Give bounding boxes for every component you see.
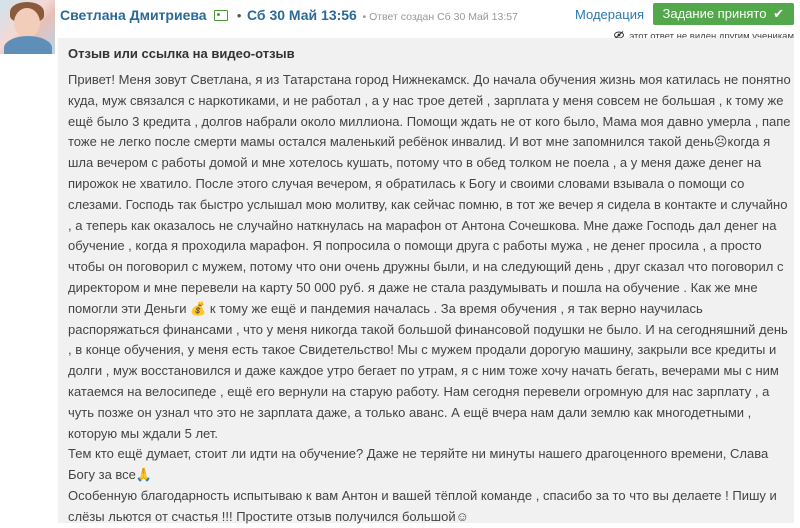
task-accepted-button[interactable]: Задание принято ✔ xyxy=(652,3,794,25)
review-box: Отзыв или ссылка на видео-отзыв Привет! … xyxy=(58,38,794,524)
avatar[interactable] xyxy=(0,0,55,54)
avatar-shoulders xyxy=(4,36,52,54)
review-paragraph: Особенную благодарность испытываю к вам … xyxy=(68,487,777,524)
answer-created: • Ответ создан Сб 30 Май 13:57 xyxy=(362,11,518,23)
review-paragraph: Привет! Меня зовут Светлана, я из Татарс… xyxy=(68,72,791,441)
author-name[interactable]: Светлана Дмитриева xyxy=(60,7,207,23)
moderation-link[interactable]: Модерация xyxy=(575,6,644,24)
check-icon: ✔ xyxy=(773,6,784,21)
avatar-face xyxy=(14,8,40,38)
id-card-icon xyxy=(214,10,229,22)
review-title: Отзыв или ссылка на видео-отзыв xyxy=(68,46,295,61)
review-paragraph: Тем кто ещё думает, стоит ли идти на обу… xyxy=(68,446,769,483)
review-text: Привет! Меня зовут Светлана, я из Татарс… xyxy=(68,70,794,528)
post-date: Сб 30 Май 13:56 xyxy=(247,7,357,23)
task-accepted-label: Задание принято xyxy=(662,6,767,21)
separator: • xyxy=(236,8,242,23)
post-header: Светлана Дмитриева • Сб 30 Май 13:56 • О… xyxy=(60,3,794,28)
